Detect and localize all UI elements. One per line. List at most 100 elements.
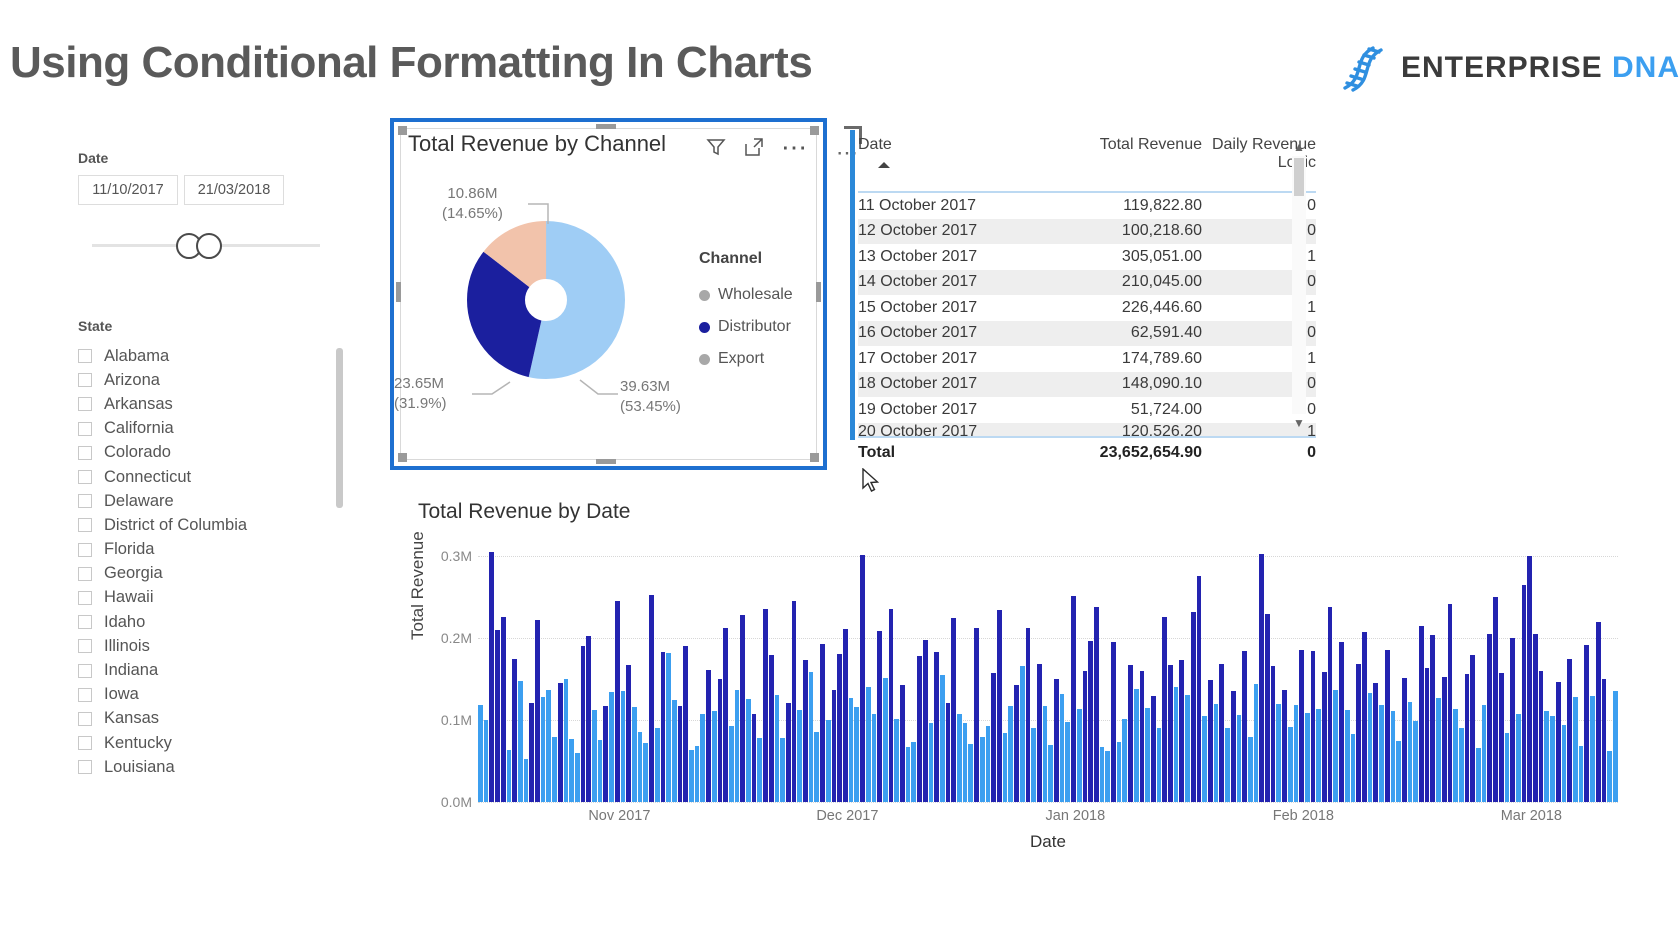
bar[interactable] — [746, 698, 751, 802]
bar[interactable] — [1116, 742, 1122, 802]
bar[interactable] — [1128, 665, 1133, 802]
state-list-item[interactable]: Alabama — [78, 344, 338, 368]
donut-chart-visual[interactable]: Total Revenue by Channel ⋯ 10.86M (14.65… — [390, 118, 880, 492]
resize-handle-right[interactable] — [816, 282, 821, 302]
bar[interactable] — [1384, 649, 1390, 802]
bar[interactable] — [529, 702, 535, 802]
bar[interactable] — [860, 554, 865, 802]
bar[interactable] — [1099, 747, 1105, 802]
bar[interactable] — [945, 702, 951, 802]
bar[interactable] — [974, 627, 979, 802]
bar[interactable] — [1487, 634, 1493, 802]
state-list-item[interactable]: Kansas — [78, 707, 338, 731]
bar[interactable] — [1002, 733, 1008, 802]
table-row[interactable]: 14 October 2017 210,045.00 0 — [858, 269, 1316, 295]
bar[interactable] — [1213, 703, 1219, 802]
bar[interactable] — [694, 746, 700, 802]
resize-handle-left[interactable] — [396, 282, 401, 302]
bar[interactable] — [1036, 664, 1042, 802]
bar[interactable] — [1515, 714, 1521, 802]
scroll-up-icon[interactable]: ▲ — [1292, 140, 1306, 154]
bar[interactable] — [780, 738, 785, 802]
bar[interactable] — [1219, 664, 1225, 802]
bar[interactable] — [546, 689, 552, 802]
bar[interactable] — [580, 646, 586, 802]
state-checkbox[interactable] — [78, 349, 92, 364]
bar-chart-visual[interactable]: Total Revenue 0.0M 0.1M 0.2M 0.3M Nov 2017 D… — [408, 531, 1618, 880]
state-checkbox[interactable] — [78, 373, 92, 388]
bar[interactable] — [637, 731, 643, 802]
bar[interactable] — [968, 743, 974, 802]
bar[interactable] — [1464, 674, 1470, 802]
state-checkbox[interactable] — [78, 518, 92, 533]
bar[interactable] — [1527, 555, 1533, 802]
bar[interactable] — [574, 752, 580, 802]
bar[interactable] — [1082, 671, 1088, 802]
bar[interactable] — [1014, 684, 1019, 802]
state-list-item[interactable]: Connecticut — [78, 465, 338, 489]
bar[interactable] — [985, 725, 991, 802]
date-slicer[interactable]: Date 11/10/2017 21/03/2018 — [78, 150, 328, 263]
table-row[interactable]: 11 October 2017 119,822.80 0 — [858, 193, 1316, 219]
donut-legend-item[interactable]: Distributor — [699, 311, 793, 343]
bar[interactable] — [763, 608, 768, 802]
bar[interactable] — [1168, 665, 1173, 802]
resize-handle-bottom-left[interactable] — [398, 453, 407, 462]
bar[interactable] — [1493, 597, 1498, 802]
bar[interactable] — [939, 675, 945, 802]
bar[interactable] — [728, 725, 734, 802]
bar[interactable] — [1162, 616, 1168, 802]
bar[interactable] — [1333, 689, 1339, 802]
bar[interactable] — [1533, 634, 1538, 802]
state-checkbox[interactable] — [78, 615, 92, 630]
state-list-item[interactable]: Illinois — [78, 634, 338, 658]
state-list-item[interactable]: California — [78, 417, 338, 441]
bar[interactable] — [1396, 741, 1401, 802]
bar[interactable] — [717, 679, 723, 802]
bar[interactable] — [517, 680, 523, 802]
bar[interactable] — [797, 710, 803, 802]
state-checkbox[interactable] — [78, 687, 92, 702]
bar[interactable] — [922, 639, 928, 802]
bar[interactable] — [825, 720, 831, 802]
donut-chart-graphic[interactable] — [446, 200, 646, 400]
bar[interactable] — [1230, 690, 1236, 802]
date-range-slider[interactable] — [92, 227, 320, 263]
state-list-scrollbar[interactable] — [336, 348, 343, 508]
bar[interactable] — [1373, 683, 1379, 802]
bar[interactable] — [1253, 684, 1259, 802]
bar[interactable] — [1310, 650, 1316, 802]
bar[interactable] — [1538, 671, 1544, 802]
bar[interactable] — [557, 683, 563, 802]
bar[interactable] — [934, 652, 939, 802]
bar[interactable] — [620, 690, 626, 802]
bar[interactable] — [1607, 751, 1612, 802]
date-range-inputs[interactable]: 11/10/2017 21/03/2018 — [78, 175, 328, 205]
bar[interactable] — [1276, 703, 1282, 802]
state-list-item[interactable]: Kentucky — [78, 731, 338, 755]
bar[interactable] — [1567, 658, 1572, 802]
column-header-total-revenue[interactable]: Total Revenue — [1040, 136, 1202, 172]
bar[interactable] — [500, 616, 506, 802]
bar[interactable] — [700, 714, 706, 802]
state-list-item[interactable]: District of Columbia — [78, 513, 338, 537]
bar[interactable] — [683, 645, 689, 802]
bar[interactable] — [1361, 631, 1367, 802]
bar[interactable] — [808, 671, 814, 802]
bar[interactable] — [774, 694, 780, 802]
resize-handle-bottom[interactable] — [596, 459, 616, 464]
bar[interactable] — [1156, 727, 1162, 802]
bar[interactable] — [552, 736, 557, 802]
bar[interactable] — [1612, 691, 1618, 802]
bar[interactable] — [489, 552, 495, 802]
state-checkbox[interactable] — [78, 711, 92, 726]
table-row[interactable]: 19 October 2017 51,724.00 0 — [858, 397, 1316, 423]
bar[interactable] — [1316, 709, 1322, 802]
data-grid[interactable]: Date Total Revenue Daily Revenue Logic 1… — [858, 136, 1316, 468]
bar[interactable] — [1139, 671, 1145, 802]
bar[interactable] — [1367, 693, 1373, 802]
bar[interactable] — [643, 743, 649, 802]
bar[interactable] — [1293, 705, 1299, 802]
bar[interactable] — [614, 600, 620, 802]
bar[interactable] — [1071, 595, 1076, 802]
